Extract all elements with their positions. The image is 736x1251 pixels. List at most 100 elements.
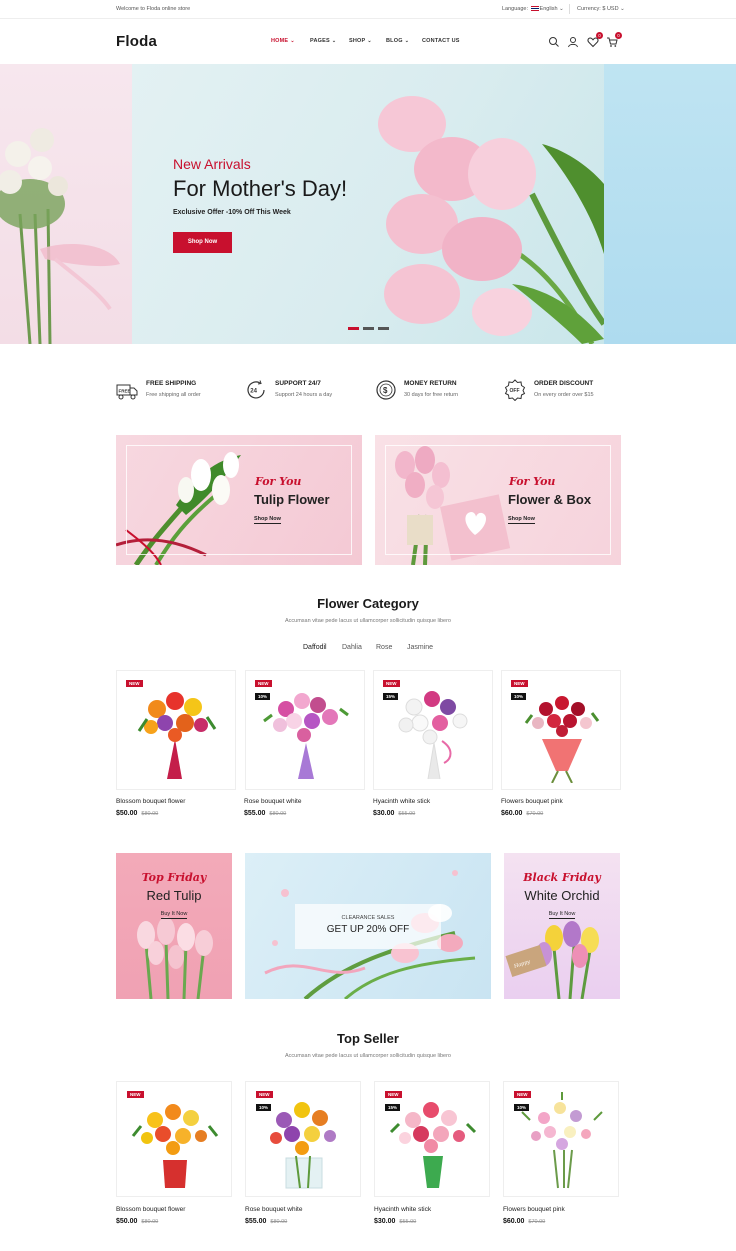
feature-desc: Support 24 hours a day	[275, 392, 333, 398]
cart-icon[interactable]: 0	[606, 32, 622, 47]
clearance-box: CLEARANCE SALES GET UP 20% OFF	[295, 904, 441, 949]
hero-right-panel	[604, 64, 736, 344]
product-image	[521, 1092, 603, 1189]
product-image	[389, 1102, 477, 1188]
product-card[interactable]: NEW 15%	[373, 670, 493, 790]
product-name[interactable]: Flowers bouquet pink	[501, 798, 563, 805]
nav-label: HOME	[271, 38, 289, 44]
product-name[interactable]: Blossom bouquet flower	[116, 798, 185, 805]
product-name[interactable]: Flowers bouquet pink	[503, 1206, 565, 1213]
deal-banner-white-orchid[interactable]: Happy Black Friday White Orchid Buy It N…	[504, 853, 620, 999]
language-value: English	[539, 6, 558, 12]
product-card[interactable]: NEW 10%	[501, 670, 621, 790]
slider-dot-1[interactable]	[348, 327, 359, 330]
top-bar: Welcome to Floda online store Language: …	[0, 0, 736, 19]
category-section-subtitle: Accumsan vitae pede lacus ut ullamcorper…	[284, 618, 451, 624]
product-name[interactable]: Blossom bouquet flower	[116, 1206, 185, 1213]
product-image	[263, 693, 349, 779]
slider-dot-2[interactable]	[363, 327, 374, 330]
nav-label: PAGES	[310, 38, 330, 44]
currency-label: Currency:	[577, 6, 601, 12]
rose-bouquet-image	[0, 128, 120, 344]
hero-slider: New Arrivals For Mother's Day! Exclusive…	[0, 64, 736, 344]
wishlist-heart-icon[interactable]: 0	[587, 32, 603, 48]
svg-text:24: 24	[250, 388, 257, 394]
nav-home[interactable]: HOME ⌄	[271, 38, 295, 44]
site-logo[interactable]: Floda	[116, 33, 157, 50]
product-card[interactable]: NEW 10%	[503, 1081, 619, 1197]
tab-rose[interactable]: Rose	[376, 644, 392, 651]
promo-shop-now-link[interactable]: Shop Now	[508, 516, 535, 524]
chevron-down-icon: ⌄	[404, 38, 410, 44]
support-24-7-icon: 24	[245, 379, 267, 401]
promo-script-text: For You	[255, 475, 302, 488]
language-selector[interactable]: Language: English ⌄	[502, 6, 564, 12]
product-card[interactable]: NEW	[116, 1081, 232, 1197]
svg-text:OFF: OFF	[510, 388, 520, 394]
product-image	[270, 1102, 336, 1189]
promo-title: Flower & Box	[508, 492, 592, 507]
deal-banner-clearance[interactable]: CLEARANCE SALES GET UP 20% OFF	[245, 853, 491, 999]
wishlist-count-badge: 0	[596, 32, 603, 39]
product-price: $50.00 $80.00	[116, 1218, 158, 1225]
chevron-down-icon: ⌄	[331, 38, 337, 44]
product-card[interactable]: NEW	[116, 670, 236, 790]
currency-selector[interactable]: Currency: $ USD ⌄	[577, 6, 625, 12]
divider	[569, 4, 570, 14]
category-section-title: Flower Category	[317, 596, 419, 611]
tab-dahlia[interactable]: Dahlia	[342, 644, 362, 651]
price-old: $70.00	[528, 1219, 546, 1225]
product-card[interactable]: NEW 10%	[245, 670, 365, 790]
hero-shop-now-button[interactable]: Shop Now	[173, 232, 232, 253]
slider-dot-3[interactable]	[378, 327, 389, 330]
product-price: $50.00 $80.00	[116, 810, 158, 817]
buy-it-now-link[interactable]: Buy It Now	[116, 911, 232, 919]
orchid-tulips-image: Happy	[505, 921, 599, 999]
order-discount-icon: OFF	[504, 379, 526, 402]
deal-script-text: Black Friday	[523, 871, 601, 884]
product-card[interactable]: NEW 10%	[245, 1081, 361, 1197]
tab-daffodil[interactable]: Daffodil	[303, 644, 327, 651]
pink-tulips-image	[378, 96, 604, 344]
buy-it-now-link[interactable]: Buy It Now	[504, 911, 620, 919]
nav-blog[interactable]: BLOG ⌄	[386, 38, 409, 44]
price-current: $30.00	[374, 1218, 396, 1225]
nav-label: SHOP	[349, 38, 366, 44]
product-name[interactable]: Rose bouquet white	[245, 1206, 302, 1213]
buy-it-now-label: Buy It Now	[160, 911, 188, 919]
tulips-image	[137, 917, 213, 999]
product-card[interactable]: NEW 15%	[374, 1081, 490, 1197]
hero-subtitle: New Arrivals	[173, 156, 251, 172]
price-old: $70.00	[526, 811, 544, 817]
nav-shop[interactable]: SHOP ⌄	[349, 38, 372, 44]
price-old: $80.00	[270, 1219, 288, 1225]
product-image	[398, 691, 468, 780]
nav-label: CONTACT US	[422, 38, 460, 44]
deal-banner-red-tulip[interactable]: Top Friday Red Tulip Buy It Now	[116, 853, 232, 999]
product-price: $60.00 $70.00	[501, 810, 543, 817]
product-name[interactable]: Hyacinth white stick	[374, 1206, 431, 1213]
money-return-icon: $	[375, 379, 397, 401]
promo-banner-tulip[interactable]: For You Tulip Flower Shop Now	[116, 435, 362, 565]
promo-title: Tulip Flower	[254, 492, 330, 507]
product-name[interactable]: Rose bouquet white	[244, 798, 301, 805]
user-icon[interactable]	[567, 35, 579, 48]
topseller-section-title: Top Seller	[337, 1031, 399, 1046]
product-price: $55.00 $80.00	[244, 810, 286, 817]
chevron-down-icon: ⌄	[290, 38, 295, 44]
tab-jasmine[interactable]: Jasmine	[407, 644, 433, 651]
nav-contact-us[interactable]: CONTACT US	[422, 38, 460, 44]
product-image	[524, 696, 600, 783]
nav-pages[interactable]: PAGES ⌄	[310, 38, 336, 44]
clearance-label: CLEARANCE SALES	[341, 915, 395, 921]
welcome-text: Welcome to Floda online store	[116, 6, 191, 12]
promo-banner-flower-box[interactable]: For You Flower & Box Shop Now	[375, 435, 621, 565]
price-current: $30.00	[373, 810, 395, 817]
cart-count-badge: 0	[615, 32, 622, 39]
feature-title: FREE SHIPPING	[146, 380, 197, 387]
price-current: $55.00	[245, 1218, 267, 1225]
product-name[interactable]: Hyacinth white stick	[373, 798, 430, 805]
product-image	[137, 692, 217, 779]
promo-shop-now-link[interactable]: Shop Now	[254, 516, 281, 524]
search-icon[interactable]	[548, 35, 560, 47]
